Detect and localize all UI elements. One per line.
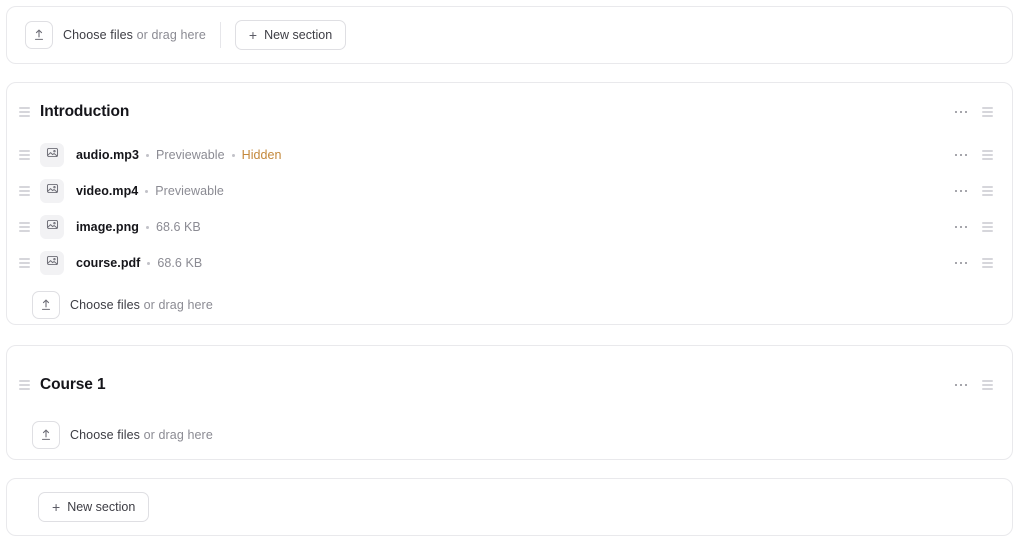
file-reorder-handle-icon[interactable]: [982, 184, 994, 198]
file-more-options-icon[interactable]: [953, 147, 969, 163]
file-meta: course.pdf 68.6 KB: [76, 256, 202, 270]
file-meta: video.mp4 Previewable: [76, 184, 224, 198]
section-header: Course 1: [19, 368, 994, 402]
file-meta: audio.mp3 Previewable Hidden: [76, 148, 282, 162]
footer-new-section-button-label: New section: [67, 500, 136, 514]
file-meta: image.png 68.6 KB: [76, 220, 201, 234]
file-name: course.pdf: [76, 256, 141, 270]
file-thumbnail: [40, 179, 64, 203]
section-upload-label-muted: or drag here: [140, 428, 213, 442]
new-section-button-label: New section: [264, 28, 333, 42]
file-reorder-handle-icon[interactable]: [982, 220, 994, 234]
toolbar-upload-dropzone[interactable]: Choose files or drag here: [25, 21, 206, 49]
image-file-icon: [46, 254, 59, 272]
toolbar-card: Choose files or drag here + New section: [6, 6, 1013, 64]
separator-dot-icon: [145, 225, 149, 229]
file-thumbnail: [40, 251, 64, 275]
file-tag-hidden: Hidden: [241, 148, 282, 162]
section-reorder-handle-icon[interactable]: [982, 105, 994, 119]
file-drag-handle-icon[interactable]: [19, 184, 31, 198]
separator-dot-icon: [145, 189, 149, 193]
image-file-icon: [46, 182, 59, 200]
file-thumbnail: [40, 215, 64, 239]
separator-dot-icon: [145, 153, 149, 157]
section-title: Introduction: [40, 103, 130, 120]
file-name: audio.mp3: [76, 148, 139, 162]
file-more-options-icon[interactable]: [953, 183, 969, 199]
section-header: Introduction: [19, 95, 994, 129]
file-row[interactable]: video.mp4 Previewable: [19, 177, 994, 205]
plus-icon: +: [248, 27, 258, 43]
section-drag-handle-icon[interactable]: [19, 378, 31, 392]
plus-icon: +: [52, 499, 61, 515]
file-manager-page: Choose files or drag here + New section …: [0, 0, 1024, 538]
file-reorder-handle-icon[interactable]: [982, 148, 994, 162]
footer-new-section-button[interactable]: + New section: [38, 492, 150, 522]
section-reorder-handle-icon[interactable]: [982, 378, 994, 392]
upload-icon-button[interactable]: [25, 21, 53, 49]
footer-new-section-card: + New section: [6, 478, 1013, 536]
image-file-icon: [46, 146, 59, 164]
file-row[interactable]: audio.mp3 Previewable Hidden: [19, 141, 994, 169]
file-thumbnail: [40, 143, 64, 167]
section-more-options-icon[interactable]: [953, 377, 969, 393]
section-upload-dropzone[interactable]: Choose files or drag here: [32, 421, 994, 449]
section-title: Course 1: [40, 376, 106, 393]
file-row[interactable]: course.pdf 68.6 KB: [19, 249, 994, 277]
section-upload-label: Choose files or drag here: [70, 428, 213, 442]
section-upload-label-strong: Choose files: [70, 298, 140, 312]
file-drag-handle-icon[interactable]: [19, 256, 31, 270]
section-card-course-1: Course 1 Choose files or drag here: [6, 345, 1013, 460]
separator-dot-icon: [231, 153, 235, 157]
section-card-introduction: Introduction audio.mp3 Previewable Hidde…: [6, 82, 1013, 325]
file-name: video.mp4: [76, 184, 139, 198]
image-file-icon: [46, 218, 59, 236]
section-more-options-icon[interactable]: [953, 104, 969, 120]
file-tag: Previewable: [155, 148, 225, 162]
upload-icon: [39, 298, 53, 312]
new-section-button[interactable]: + New section: [234, 20, 347, 50]
file-more-options-icon[interactable]: [953, 255, 969, 271]
toolbar-upload-label: Choose files or drag here: [63, 28, 206, 42]
section-upload-dropzone[interactable]: Choose files or drag here: [32, 291, 994, 319]
upload-icon-button[interactable]: [32, 421, 60, 449]
toolbar-divider: [219, 22, 221, 48]
toolbar-upload-label-muted: or drag here: [133, 28, 206, 42]
file-tag: 68.6 KB: [155, 220, 201, 234]
file-tag: Previewable: [155, 184, 224, 198]
file-name: image.png: [76, 220, 139, 234]
section-upload-label: Choose files or drag here: [70, 298, 213, 312]
section-upload-label-muted: or drag here: [140, 298, 213, 312]
separator-dot-icon: [147, 261, 151, 265]
upload-icon: [39, 428, 53, 442]
toolbar-upload-label-strong: Choose files: [63, 28, 133, 42]
upload-icon: [32, 28, 46, 42]
section-drag-handle-icon[interactable]: [19, 105, 31, 119]
file-row[interactable]: image.png 68.6 KB: [19, 213, 994, 241]
file-drag-handle-icon[interactable]: [19, 148, 31, 162]
upload-icon-button[interactable]: [32, 291, 60, 319]
file-reorder-handle-icon[interactable]: [982, 256, 994, 270]
section-upload-label-strong: Choose files: [70, 428, 140, 442]
file-tag: 68.6 KB: [157, 256, 203, 270]
file-drag-handle-icon[interactable]: [19, 220, 31, 234]
file-more-options-icon[interactable]: [953, 219, 969, 235]
